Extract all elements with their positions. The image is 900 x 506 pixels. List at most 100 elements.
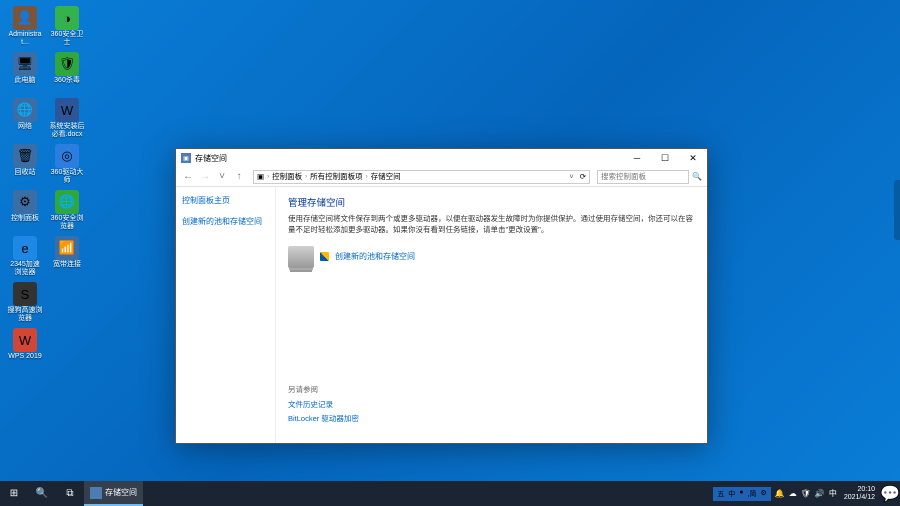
minimize-button[interactable]: ─ bbox=[623, 149, 651, 167]
app-icon: 🌐 bbox=[55, 190, 79, 214]
task-label: 存储空间 bbox=[105, 487, 137, 498]
icon-label: 网络 bbox=[18, 123, 32, 131]
icon-label: WPS 2019 bbox=[8, 353, 41, 361]
app-icon: 🖥 bbox=[13, 52, 37, 76]
taskview-button[interactable]: ⧉ bbox=[56, 481, 84, 506]
app-icon: W bbox=[13, 328, 37, 352]
taskbar-task[interactable]: 存储空间 bbox=[84, 481, 143, 506]
tray-icon[interactable]: ☁ bbox=[787, 489, 799, 498]
desktop-icon[interactable]: W系统安装后必看.docx bbox=[48, 98, 86, 140]
nav-up-icon[interactable]: ˅ bbox=[215, 170, 229, 184]
desktop-icon[interactable]: 👤Administrat... bbox=[6, 6, 44, 48]
right-edge-handle[interactable] bbox=[894, 180, 900, 240]
breadcrumb-icon: ▣ bbox=[257, 172, 264, 181]
icon-label: 360安全浏览器 bbox=[49, 215, 85, 230]
window-icon: ▣ bbox=[181, 153, 191, 163]
breadcrumb-item[interactable]: 存储空间 bbox=[371, 171, 401, 182]
page-title: 管理存储空间 bbox=[288, 195, 695, 209]
task-icon bbox=[90, 487, 102, 499]
app-icon: 📶 bbox=[55, 236, 79, 260]
icon-label: 此电脑 bbox=[15, 77, 36, 85]
tray-volume-icon[interactable]: 🔊 bbox=[813, 489, 827, 498]
desktop-icon[interactable]: 🌐网络 bbox=[6, 98, 44, 140]
breadcrumb-item[interactable]: 所有控制面板项 bbox=[310, 171, 363, 182]
sidebar-home-link[interactable]: 控制面板主页 bbox=[182, 195, 269, 206]
ime-bar[interactable]: 五中●,简⚙ bbox=[713, 487, 770, 501]
breadcrumb-item[interactable]: 控制面板 bbox=[272, 171, 302, 182]
desktop-icon[interactable]: 🛡360杀毒 bbox=[48, 52, 86, 94]
desktop-icon[interactable]: ⚙控制面板 bbox=[6, 190, 44, 232]
desktop-icon[interactable] bbox=[48, 282, 86, 324]
icon-label: 搜狗高速浏览器 bbox=[7, 307, 43, 322]
refresh-icon[interactable]: ⟳ bbox=[580, 172, 586, 181]
icon-label: 360驱动大师 bbox=[49, 169, 85, 184]
app-icon: e bbox=[13, 236, 37, 260]
desktop-icons: 👤Administrat...◑360安全卫士🖥此电脑🛡360杀毒🌐网络W系统安… bbox=[6, 6, 86, 374]
icon-label: 宽带连接 bbox=[53, 261, 81, 269]
icon-label: 回收站 bbox=[15, 169, 36, 177]
main-content: 管理存储空间 使用存储空间将文件保存到两个或更多驱动器，以便在驱动器发生故障时为… bbox=[276, 187, 707, 443]
related-link[interactable]: BitLocker 驱动器加密 bbox=[288, 413, 695, 424]
search-icon[interactable]: 🔍 bbox=[692, 172, 702, 181]
sidebar-create-link[interactable]: 创建新的池和存储空间 bbox=[182, 216, 269, 227]
icon-label: 360安全卫士 bbox=[49, 31, 85, 46]
icon-label: 系统安装后必看.docx bbox=[49, 123, 85, 138]
app-icon: 🌐 bbox=[13, 98, 37, 122]
breadcrumb[interactable]: ▣ › 控制面板 › 所有控制面板项 › 存储空间 ˅ ⟳ bbox=[253, 170, 590, 184]
desktop-icon[interactable]: WWPS 2019 bbox=[6, 328, 44, 370]
icon-label: 360杀毒 bbox=[54, 77, 80, 85]
icon-label: Administrat... bbox=[7, 31, 43, 46]
clock[interactable]: 20:102021/4/12 bbox=[839, 486, 880, 501]
related-link[interactable]: 文件历史记录 bbox=[288, 399, 695, 410]
create-pool-row: 创建新的池和存储空间 bbox=[288, 246, 695, 268]
titlebar[interactable]: ▣ 存储空间 ─ ☐ ✕ bbox=[176, 149, 707, 167]
desktop-icon[interactable]: e2345加速浏览器 bbox=[6, 236, 44, 278]
chevron-down-icon[interactable]: ˅ bbox=[569, 172, 573, 181]
desktop-icon[interactable]: ◎360驱动大师 bbox=[48, 144, 86, 186]
app-icon: ⚙ bbox=[13, 190, 37, 214]
chevron-right-icon: › bbox=[267, 174, 269, 180]
app-icon: 👤 bbox=[13, 6, 37, 30]
address-bar: ← → ˅ ↑ ▣ › 控制面板 › 所有控制面板项 › 存储空间 ˅ ⟳ 🔍 bbox=[176, 167, 707, 187]
system-tray: 五中●,简⚙ 🔔 ☁ 🛡 🔊 中 20:102021/4/12 💬 bbox=[713, 481, 900, 506]
create-pool-link[interactable]: 创建新的池和存储空间 bbox=[335, 251, 415, 262]
chevron-right-icon: › bbox=[305, 174, 307, 180]
window-title: 存储空间 bbox=[195, 153, 227, 164]
app-icon: S bbox=[13, 282, 37, 306]
desktop-icon[interactable]: 🗑回收站 bbox=[6, 144, 44, 186]
search-button[interactable]: 🔍 bbox=[28, 481, 56, 506]
search-input[interactable] bbox=[597, 170, 689, 184]
app-icon: ◑ bbox=[55, 6, 79, 30]
sidebar: 控制面板主页 创建新的池和存储空间 bbox=[176, 187, 276, 443]
related-header: 另请参阅 bbox=[288, 384, 695, 395]
tray-icon[interactable]: 🛡 bbox=[799, 489, 813, 498]
tray-ime-icon[interactable]: 中 bbox=[827, 488, 839, 499]
uac-shield-icon bbox=[320, 252, 329, 261]
storage-spaces-window: ▣ 存储空间 ─ ☐ ✕ ← → ˅ ↑ ▣ › 控制面板 › 所有控制面板项 … bbox=[175, 148, 708, 444]
close-button[interactable]: ✕ bbox=[679, 149, 707, 167]
maximize-button[interactable]: ☐ bbox=[651, 149, 679, 167]
nav-up-arrow-icon[interactable]: ↑ bbox=[232, 170, 246, 184]
page-description: 使用存储空间将文件保存到两个或更多驱动器，以便在驱动器发生故障时为你提供保护。通… bbox=[288, 214, 695, 236]
notification-button[interactable]: 💬 bbox=[880, 481, 900, 506]
app-icon: 🗑 bbox=[13, 144, 37, 168]
desktop-icon[interactable]: 📶宽带连接 bbox=[48, 236, 86, 278]
desktop-icon[interactable] bbox=[48, 328, 86, 370]
app-icon: ◎ bbox=[55, 144, 79, 168]
app-icon: 🛡 bbox=[55, 52, 79, 76]
chevron-right-icon: › bbox=[366, 174, 368, 180]
desktop-icon[interactable]: S搜狗高速浏览器 bbox=[6, 282, 44, 324]
icon-label: 控制面板 bbox=[11, 215, 39, 223]
nav-back-icon[interactable]: ← bbox=[181, 170, 195, 184]
icon-label: 2345加速浏览器 bbox=[7, 261, 43, 276]
tray-icon[interactable]: 🔔 bbox=[773, 489, 787, 498]
drives-icon bbox=[288, 246, 314, 268]
desktop-icon[interactable]: 🖥此电脑 bbox=[6, 52, 44, 94]
related-links: 另请参阅 文件历史记录 BitLocker 驱动器加密 bbox=[288, 376, 695, 435]
desktop-icon[interactable]: 🌐360安全浏览器 bbox=[48, 190, 86, 232]
desktop-icon[interactable]: ◑360安全卫士 bbox=[48, 6, 86, 48]
taskbar: ⊞ 🔍 ⧉ 存储空间 五中●,简⚙ 🔔 ☁ 🛡 🔊 中 20:102021/4/… bbox=[0, 481, 900, 506]
nav-forward-icon[interactable]: → bbox=[198, 170, 212, 184]
start-button[interactable]: ⊞ bbox=[0, 481, 28, 506]
app-icon: W bbox=[55, 98, 79, 122]
